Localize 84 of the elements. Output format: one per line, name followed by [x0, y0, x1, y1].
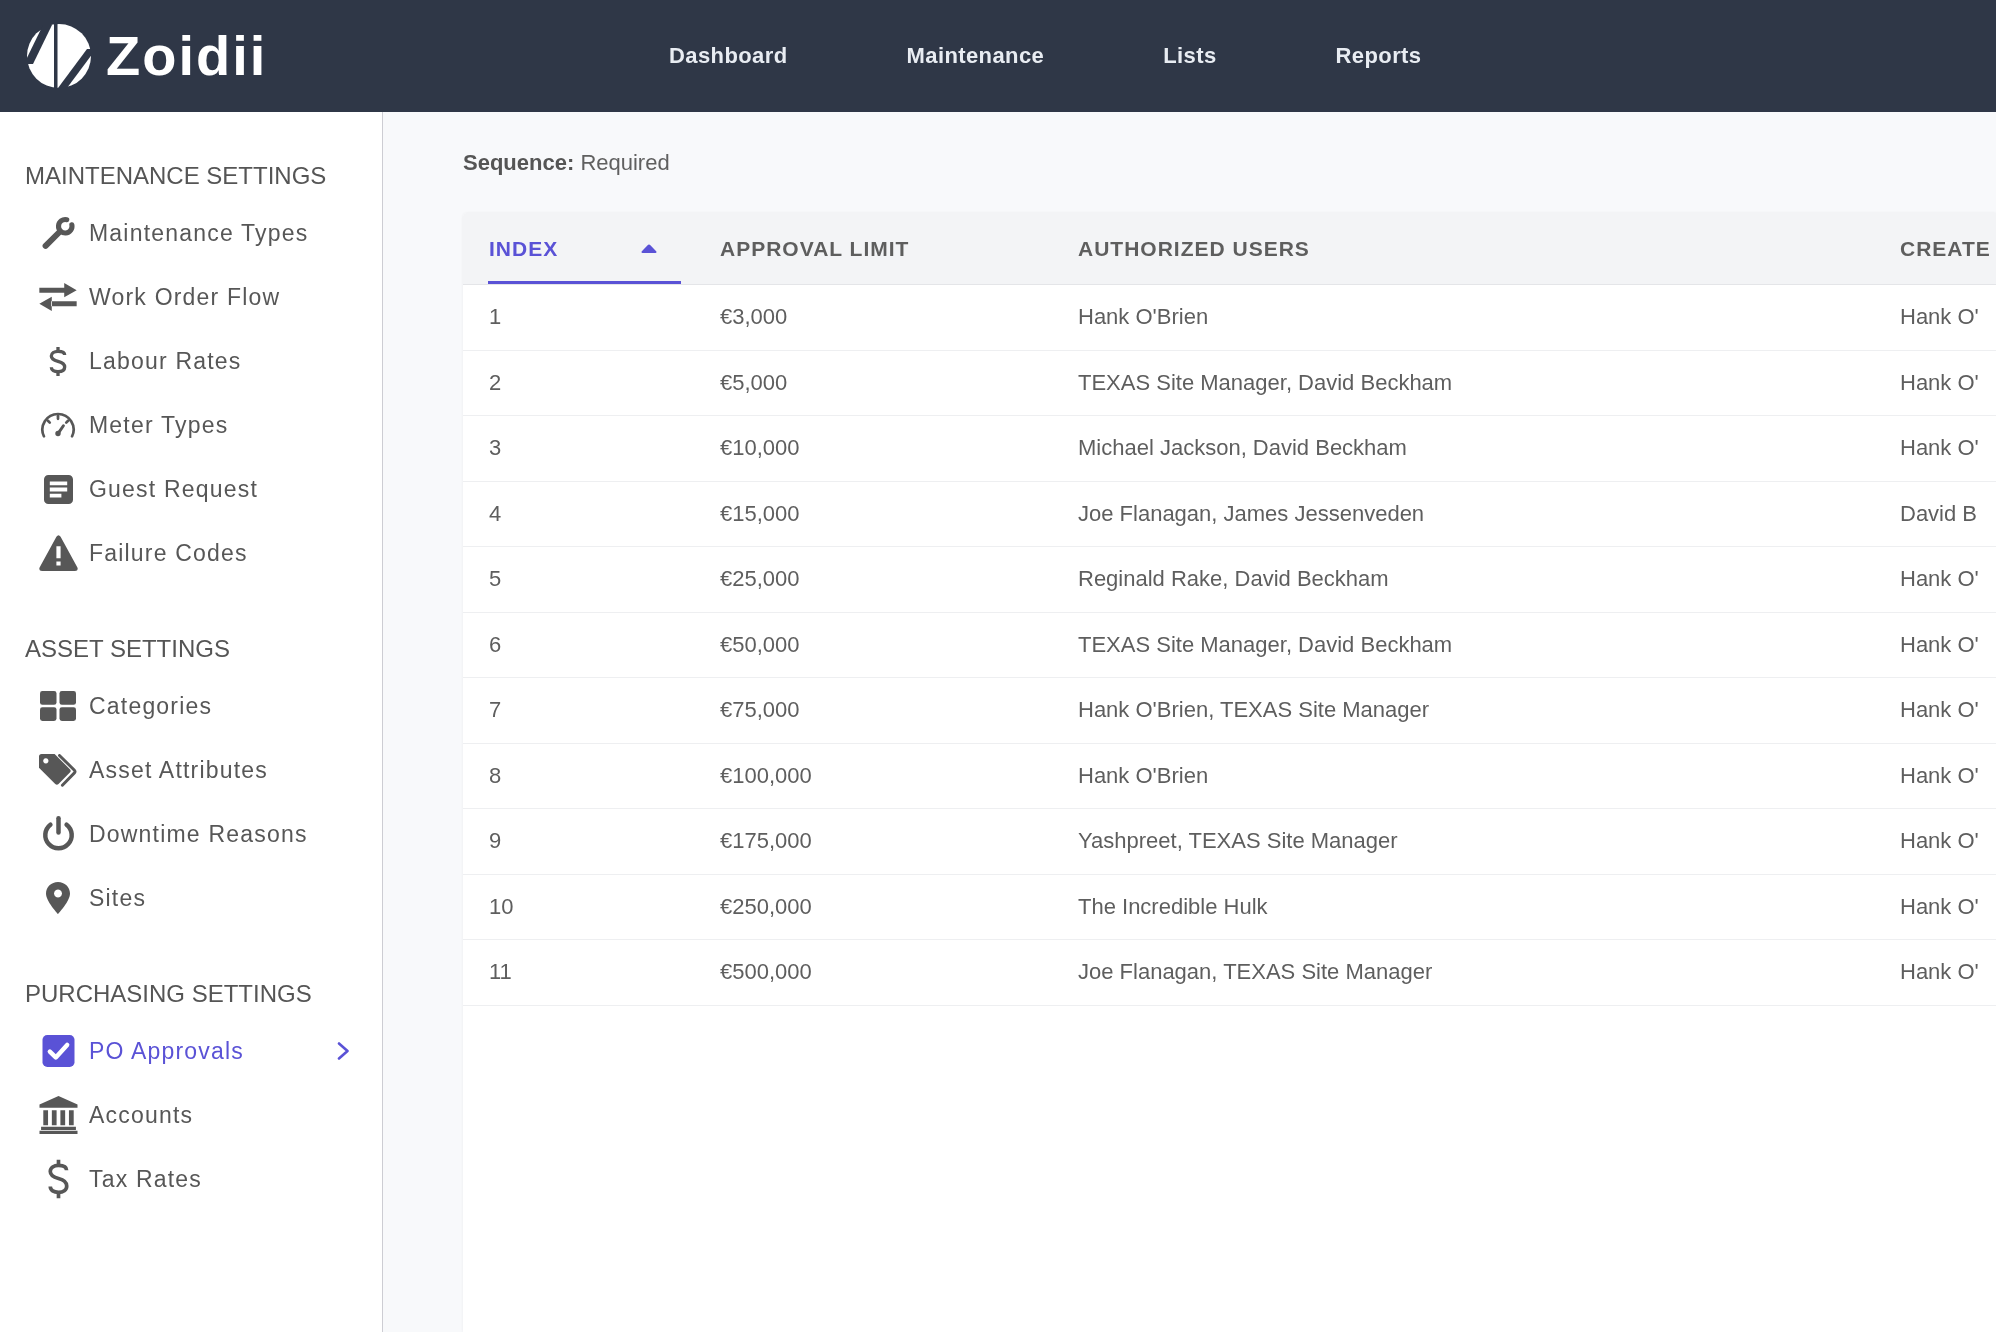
column-header[interactable]: INDEX	[463, 213, 694, 284]
column-header[interactable]: CREATE	[1874, 213, 1996, 284]
nav-link[interactable]: Dashboard	[669, 43, 788, 69]
table-cell-text: Hank O'	[1899, 304, 1980, 331]
table-cell-text: Hank O'Brien	[1077, 762, 1210, 789]
sidebar-item[interactable]: Labour Rates	[38, 329, 350, 393]
table-cell-text: €250,000	[719, 893, 813, 920]
sidebar-item[interactable]: Maintenance Types	[38, 201, 350, 265]
table-cell-text: Hank O'	[1899, 697, 1980, 724]
table-cell-text: The Incredible Hulk	[1077, 893, 1269, 920]
logo-text: Zoidii	[106, 28, 268, 84]
table-cell-text: €25,000	[719, 566, 801, 593]
warning-icon	[38, 535, 78, 571]
table-cell-text: Hank O'Brien	[1077, 304, 1210, 331]
table-cell-text: TEXAS Site Manager, David Beckham	[1077, 631, 1454, 658]
table-cell-text: €50,000	[719, 631, 801, 658]
section-heading: MAINTENANCE SETTINGS	[25, 161, 328, 191]
table-cell-text: Joe Flanagan, James Jessenveden	[1077, 500, 1426, 527]
table-cell-text: 5	[488, 566, 503, 593]
nav-link[interactable]: Reports	[1335, 43, 1422, 69]
sidebar-item[interactable]: PO Approvals	[38, 1019, 350, 1083]
table-cell-text: Hank O'	[1899, 631, 1980, 658]
bank-icon	[38, 1096, 78, 1134]
section-heading: PURCHASING SETTINGS	[25, 979, 313, 1009]
gauge-icon	[40, 412, 76, 438]
sidebar-item[interactable]: Sites	[38, 866, 350, 930]
table-cell-text: Hank O'	[1899, 566, 1980, 593]
table-cell-text: 10	[488, 893, 515, 920]
table-cell-text: David B	[1899, 500, 1979, 527]
table-cell-text: €500,000	[719, 959, 813, 986]
table-cell-text: €15,000	[719, 500, 801, 527]
document-icon	[43, 474, 73, 504]
column-header[interactable]: AUTHORIZED USERS	[1052, 213, 1874, 284]
table-cell-text: Hank O'	[1899, 762, 1980, 789]
sidebar-item[interactable]: Meter Types	[38, 393, 350, 457]
nav-link[interactable]: Maintenance	[906, 43, 1045, 69]
sidebar-item[interactable]: Work Order Flow	[38, 265, 350, 329]
sequence-text: Sequence: Required	[463, 149, 670, 177]
table-cell-text: 7	[488, 697, 503, 724]
check-square-icon	[41, 1035, 75, 1067]
table-cell-text: 11	[488, 959, 513, 986]
table-cell-text: €3,000	[719, 304, 789, 331]
column-header[interactable]: APPROVAL LIMIT	[694, 213, 1052, 284]
table-cell-text: 3	[488, 435, 503, 462]
dollar-icon	[49, 346, 67, 376]
sidebar-item[interactable]: Asset Attributes	[38, 738, 350, 802]
table-cell-text: 2	[488, 369, 503, 396]
sidebar-item[interactable]: Guest Request	[38, 457, 350, 521]
table-cell-text: Hank O'	[1899, 959, 1980, 986]
table-cell-text: Hank O'	[1899, 435, 1980, 462]
grid-icon	[40, 691, 76, 721]
table-cell-text: €10,000	[719, 435, 801, 462]
nav-link[interactable]: Lists	[1163, 43, 1217, 69]
map-pin-icon	[46, 882, 70, 914]
table-cell-text: Joe Flanagan, TEXAS Site Manager	[1077, 959, 1434, 986]
sidebar-item[interactable]: Failure Codes	[38, 521, 350, 585]
table-cell-text: 1	[488, 304, 503, 331]
table-cell-text: €175,000	[719, 828, 813, 855]
table-cell-text: 4	[488, 500, 503, 527]
tags-icon	[38, 753, 78, 787]
sidebar-item[interactable]: Categories	[38, 674, 350, 738]
table-cell-text: Hank O'	[1899, 893, 1980, 920]
sidebar-item[interactable]: Tax Rates	[38, 1147, 350, 1211]
table-cell-text: 6	[488, 631, 503, 658]
power-icon	[41, 816, 75, 852]
table-cell-text: Hank O'	[1899, 828, 1980, 855]
table-cell-text: Hank O'Brien, TEXAS Site Manager	[1077, 697, 1431, 724]
table-cell-text: €100,000	[719, 762, 813, 789]
table-cell-text: Reginald Rake, David Beckham	[1077, 566, 1390, 593]
sidebar-item[interactable]: Accounts	[38, 1083, 350, 1147]
table-cell-text: Hank O'	[1899, 369, 1980, 396]
chevron-right-icon	[337, 1042, 350, 1060]
table-cell-text: €75,000	[719, 697, 801, 724]
dollar-icon	[47, 1159, 69, 1199]
table-cell-text: TEXAS Site Manager, David Beckham	[1077, 369, 1454, 396]
table-cell-text: €5,000	[719, 369, 789, 396]
table-cell-text: 8	[488, 762, 503, 789]
section-heading: ASSET SETTINGS	[25, 634, 231, 664]
logo-icon	[27, 24, 91, 88]
table-cell-text: Yashpreet, TEXAS Site Manager	[1077, 828, 1399, 855]
table-cell-text: Michael Jackson, David Beckham	[1077, 435, 1408, 462]
swap-arrows-icon	[39, 283, 77, 311]
sidebar-item[interactable]: Downtime Reasons	[38, 802, 350, 866]
table-cell-text: 9	[488, 828, 503, 855]
